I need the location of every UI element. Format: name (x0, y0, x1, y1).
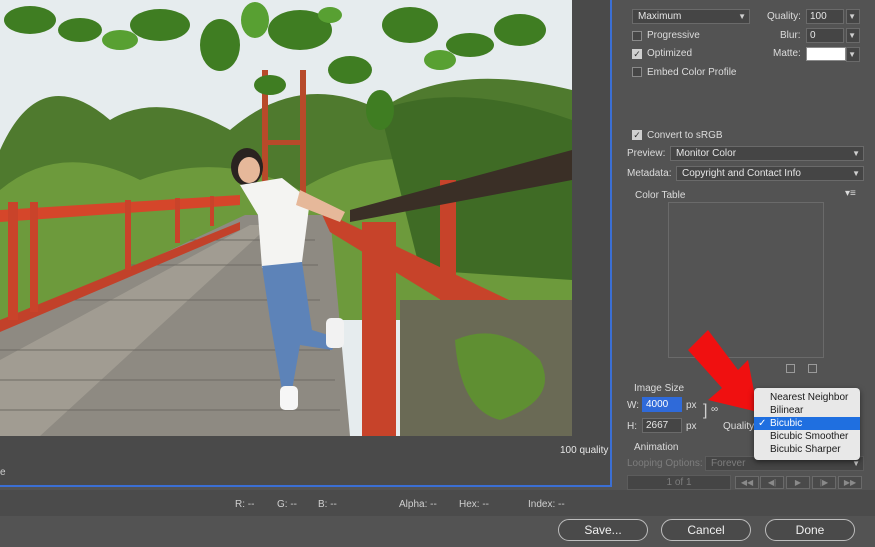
embed-profile-label: Embed Color Profile (647, 67, 737, 78)
compression-select[interactable]: Maximum ▼ (632, 9, 750, 24)
convert-srgb-checkbox[interactable]: ✓ (632, 130, 642, 140)
height-input[interactable]: 2667 (642, 418, 682, 433)
chevron-down-icon: ▼ (852, 169, 860, 178)
chevron-down-icon: ▼ (852, 149, 860, 158)
color-table-menu-icon[interactable]: ▾≡ (845, 188, 856, 199)
menu-item-label: Nearest Neighbor (770, 392, 849, 403)
cancel-button[interactable]: Cancel (661, 519, 751, 541)
menu-item-nearest-neighbor[interactable]: Nearest Neighbor (754, 391, 860, 404)
optimized-label: Optimized (647, 48, 693, 59)
first-frame-button[interactable]: ◀◀ (735, 476, 759, 489)
checkmark-icon: ✓ (758, 418, 767, 429)
progressive-checkbox[interactable] (632, 31, 642, 41)
blur-dropdown-button[interactable]: ▼ (846, 28, 860, 43)
menu-item-bicubic-sharper[interactable]: Bicubic Sharper (754, 443, 860, 456)
quality-input[interactable]: 100 (806, 9, 844, 24)
next-frame-button[interactable]: |▶ (812, 476, 836, 489)
metadata-select[interactable]: Copyright and Contact Info ▼ (676, 166, 864, 181)
looping-options-label: Looping Options: (627, 458, 703, 469)
preview-label: Preview: (627, 148, 666, 159)
blur-input[interactable]: 0 (806, 28, 844, 43)
preview-quality-caption: 100 quality (560, 445, 609, 456)
looping-select-value: Forever (711, 458, 746, 469)
width-label: W: (627, 400, 640, 411)
matte-color-swatch[interactable] (806, 47, 846, 61)
preview-select[interactable]: Monitor Color ▼ (670, 146, 864, 161)
optimized-checkbox[interactable]: ✓ (632, 49, 642, 59)
menu-item-label: Bicubic Sharper (770, 444, 841, 455)
frame-counter: 1 of 1 (627, 475, 731, 490)
metadata-select-value: Copyright and Contact Info (682, 168, 801, 179)
save-button[interactable]: Save... (558, 519, 648, 541)
matte-dropdown-button[interactable]: ▼ (846, 47, 860, 62)
menu-item-bicubic[interactable]: ✓ Bicubic (754, 417, 860, 430)
chevron-down-icon: ▼ (848, 12, 856, 21)
status-b: B: -- (318, 499, 337, 510)
status-hex: Hex: -- (459, 499, 489, 510)
play-button[interactable]: ▶ (786, 476, 810, 489)
menu-item-label: Bilinear (770, 405, 804, 416)
metadata-label: Metadata: (627, 168, 672, 179)
status-bar (0, 490, 875, 516)
menu-item-label: Bicubic (770, 418, 803, 429)
new-color-icon[interactable] (786, 364, 795, 373)
preview-select-value: Monitor Color (676, 148, 737, 159)
trash-icon[interactable] (808, 364, 817, 373)
last-frame-button[interactable]: ▶▶ (838, 476, 862, 489)
height-unit: px (686, 421, 697, 432)
menu-item-bicubic-smoother[interactable]: Bicubic Smoother (754, 430, 860, 443)
width-input[interactable]: 4000 (642, 397, 682, 412)
preview-edge-label: e (0, 467, 6, 478)
menu-item-label: Bicubic Smoother (770, 431, 849, 442)
menu-item-bilinear[interactable]: Bilinear (754, 404, 860, 417)
resample-quality-label: Quality (723, 421, 755, 432)
chevron-down-icon: ▼ (738, 12, 746, 21)
preview-image[interactable] (0, 0, 572, 436)
embed-profile-checkbox[interactable] (632, 67, 642, 77)
resample-quality-menu[interactable]: Nearest Neighbor Bilinear ✓ Bicubic Bicub… (754, 388, 860, 460)
done-button[interactable]: Done (765, 519, 855, 541)
status-g: G: -- (277, 499, 297, 510)
red-arrow-annotation (688, 330, 758, 412)
height-label: H: (627, 421, 637, 432)
color-table-title: Color Table (635, 190, 686, 201)
progressive-label: Progressive (647, 30, 700, 41)
blur-label: Blur: (780, 30, 801, 41)
quality-dropdown-button[interactable]: ▼ (846, 9, 860, 24)
compression-value: Maximum (638, 11, 682, 22)
chevron-down-icon: ▼ (848, 31, 856, 40)
status-alpha: Alpha: -- (399, 499, 437, 510)
convert-srgb-label: Convert to sRGB (647, 130, 723, 141)
status-r: R: -- (235, 499, 255, 510)
chevron-down-icon: ▼ (848, 50, 856, 59)
quality-label: Quality: (767, 11, 801, 22)
animation-title: Animation (634, 442, 679, 453)
prev-frame-button[interactable]: ◀| (760, 476, 784, 489)
matte-label: Matte: (773, 48, 801, 59)
status-index: Index: -- (528, 499, 565, 510)
image-size-title: Image Size (634, 383, 685, 394)
